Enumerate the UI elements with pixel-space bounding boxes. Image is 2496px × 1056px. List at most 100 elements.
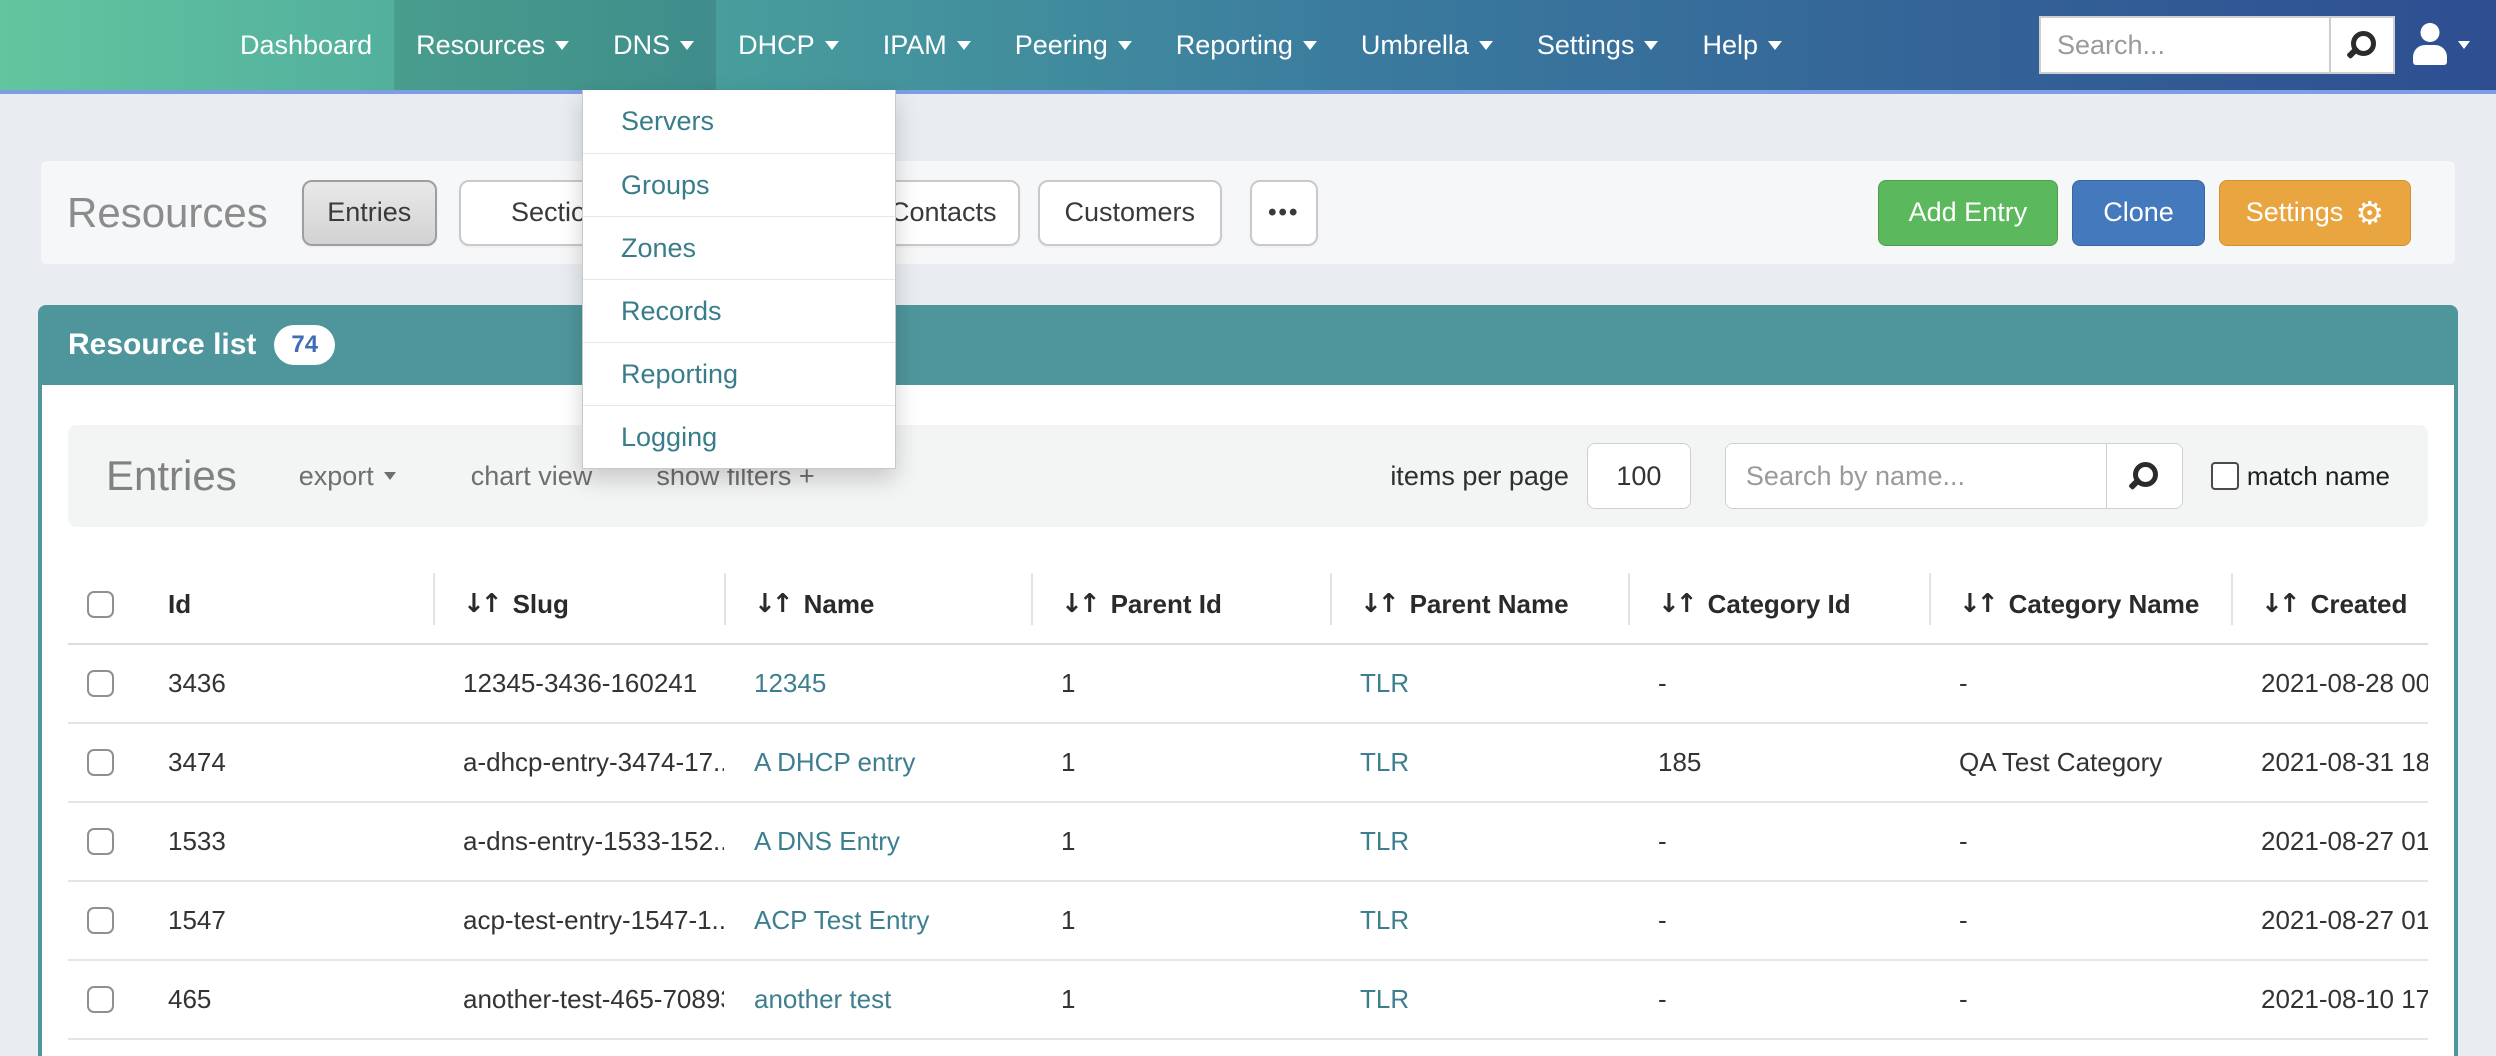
- nav-item-label: Dashboard: [240, 30, 372, 61]
- user-icon: [2411, 23, 2449, 67]
- chevron-down-icon: [1303, 41, 1317, 50]
- column-header-created[interactable]: ↓↑Created: [2231, 565, 2428, 643]
- row-checkbox[interactable]: [87, 986, 114, 1013]
- cell-category-name: QA Test Category: [1929, 747, 2231, 778]
- cell-id: 1533: [138, 826, 433, 857]
- table-header-row: Id↓↑Slug↓↑Name↓↑Parent Id↓↑Parent Name↓↑…: [68, 565, 2428, 645]
- clone-button[interactable]: Clone: [2072, 180, 2205, 246]
- cell-parent-name: TLR: [1330, 826, 1628, 857]
- cell-parent-id: 1: [1031, 984, 1330, 1015]
- chart-view-link[interactable]: chart view: [471, 461, 593, 492]
- entry-name-link[interactable]: another test: [754, 984, 891, 1014]
- dns-menu-item-groups[interactable]: Groups: [583, 153, 895, 216]
- row-checkbox[interactable]: [87, 907, 114, 934]
- chevron-down-icon: [957, 41, 971, 50]
- column-header-name[interactable]: ↓↑Name: [724, 565, 1031, 643]
- search-by-name-input[interactable]: [1726, 444, 2106, 508]
- resource-list-header: Resource list 74: [38, 305, 2458, 385]
- nav-menu: Dashboard Resources DNS DHCP IPAM Peering Repo…: [218, 0, 1804, 90]
- row-select-cell: [68, 882, 138, 959]
- resource-list-panel: Resource list 74 Entries export chart vi…: [38, 305, 2458, 1056]
- user-menu[interactable]: [2411, 23, 2470, 67]
- column-header-category-name[interactable]: ↓↑ Category Name: [1929, 565, 2231, 643]
- global-search-input[interactable]: [2041, 30, 2329, 61]
- tab-entries[interactable]: Entries: [302, 180, 437, 246]
- tab-customers[interactable]: Customers: [1038, 180, 1222, 246]
- nav-item-label: Resources: [416, 30, 545, 61]
- entry-name-link[interactable]: ACP Test Entry: [754, 905, 929, 935]
- export-dropdown[interactable]: export: [299, 461, 396, 492]
- table-body: 343612345-3436-160241123451TLR--2021-08-…: [68, 645, 2428, 1040]
- settings-button[interactable]: Settings ⚙: [2219, 180, 2411, 246]
- nav-item-umbrella[interactable]: Umbrella: [1339, 0, 1515, 90]
- entry-name-link[interactable]: A DNS Entry: [754, 826, 900, 856]
- match-name-toggle[interactable]: match name: [2211, 461, 2390, 492]
- chevron-down-icon: [2458, 41, 2470, 49]
- row-checkbox[interactable]: [87, 670, 114, 697]
- parent-name-link[interactable]: TLR: [1360, 984, 1409, 1014]
- dns-menu-item-zones[interactable]: Zones: [583, 216, 895, 279]
- parent-name-link[interactable]: TLR: [1360, 905, 1409, 935]
- nav-item-reporting[interactable]: Reporting: [1154, 0, 1339, 90]
- nav-item-label: Reporting: [1176, 30, 1293, 61]
- add-entry-button[interactable]: Add Entry: [1878, 180, 2059, 246]
- nav-item-resources[interactable]: Resources: [394, 0, 591, 90]
- sort-icon: ↓↑: [1959, 589, 1999, 619]
- column-header-label: Category Id: [1708, 589, 1851, 620]
- nav-item-label: DNS: [613, 30, 670, 61]
- nav-item-dashboard[interactable]: Dashboard: [218, 0, 394, 90]
- sort-icon: ↓↑: [1658, 589, 1698, 619]
- entry-name-link[interactable]: A DHCP entry: [754, 747, 915, 777]
- column-header-label: Name: [804, 589, 875, 620]
- dns-menu-item-servers[interactable]: Servers: [583, 90, 895, 153]
- parent-name-link[interactable]: TLR: [1360, 747, 1409, 777]
- dns-menu-item-reporting[interactable]: Reporting: [583, 342, 895, 405]
- chevron-down-icon: [1768, 41, 1782, 50]
- cell-parent-id: 1: [1031, 905, 1330, 936]
- sort-icon: ↓↑: [1061, 589, 1101, 619]
- nav-item-help[interactable]: Help: [1680, 0, 1804, 90]
- match-name-checkbox[interactable]: [2211, 462, 2239, 490]
- column-header-label: Parent Id: [1111, 589, 1222, 620]
- global-search-button[interactable]: [2329, 18, 2393, 72]
- parent-name-link[interactable]: TLR: [1360, 668, 1409, 698]
- nav-item-label: Peering: [1015, 30, 1108, 61]
- column-header-label: Slug: [513, 589, 569, 620]
- chevron-down-icon: [1644, 41, 1658, 50]
- column-header-parent-name[interactable]: ↓↑Parent Name: [1330, 565, 1628, 643]
- items-per-page-input[interactable]: [1587, 443, 1691, 509]
- global-search: [2039, 16, 2395, 74]
- dns-menu-item-records[interactable]: Records: [583, 279, 895, 342]
- nav-item-label: IPAM: [883, 30, 947, 61]
- nav-item-ipam[interactable]: IPAM: [861, 0, 993, 90]
- row-checkbox[interactable]: [87, 749, 114, 776]
- cell-id: 3474: [138, 747, 433, 778]
- nav-item-dns[interactable]: DNS: [591, 0, 716, 90]
- cell-parent-id: 1: [1031, 668, 1330, 699]
- export-label: export: [299, 461, 374, 492]
- items-per-page-label: items per page: [1390, 461, 1569, 492]
- column-header-parent-id[interactable]: ↓↑ Parent Id: [1031, 565, 1330, 643]
- page-title: Resources: [67, 189, 268, 237]
- cell-category-name: -: [1929, 905, 2231, 936]
- sort-icon: ↓↑: [2261, 589, 2301, 619]
- column-header-category-id[interactable]: ↓↑ Category Id: [1628, 565, 1929, 643]
- row-checkbox[interactable]: [87, 828, 114, 855]
- nav-item-settings[interactable]: Settings: [1515, 0, 1681, 90]
- cell-id: 465: [138, 984, 433, 1015]
- column-header-label: Category Name: [2009, 589, 2200, 620]
- cell-slug: another-test-465-70893: [433, 984, 724, 1015]
- cell-category-id: -: [1628, 905, 1929, 936]
- dns-menu-item-logging[interactable]: Logging: [583, 405, 895, 468]
- column-header-slug[interactable]: ↓↑Slug: [433, 565, 724, 643]
- parent-name-link[interactable]: TLR: [1360, 826, 1409, 856]
- nav-item-dhcp[interactable]: DHCP: [716, 0, 861, 90]
- more-tabs-button[interactable]: •••: [1250, 180, 1318, 246]
- cell-created: 2021-08-28 00: [2231, 668, 2428, 699]
- select-all-checkbox[interactable]: [87, 591, 114, 618]
- entry-name-link[interactable]: 12345: [754, 668, 826, 698]
- cell-created: 2021-08-10 17: [2231, 984, 2428, 1015]
- cell-category-id: -: [1628, 668, 1929, 699]
- search-by-name-button[interactable]: [2106, 444, 2182, 508]
- nav-item-peering[interactable]: Peering: [993, 0, 1154, 90]
